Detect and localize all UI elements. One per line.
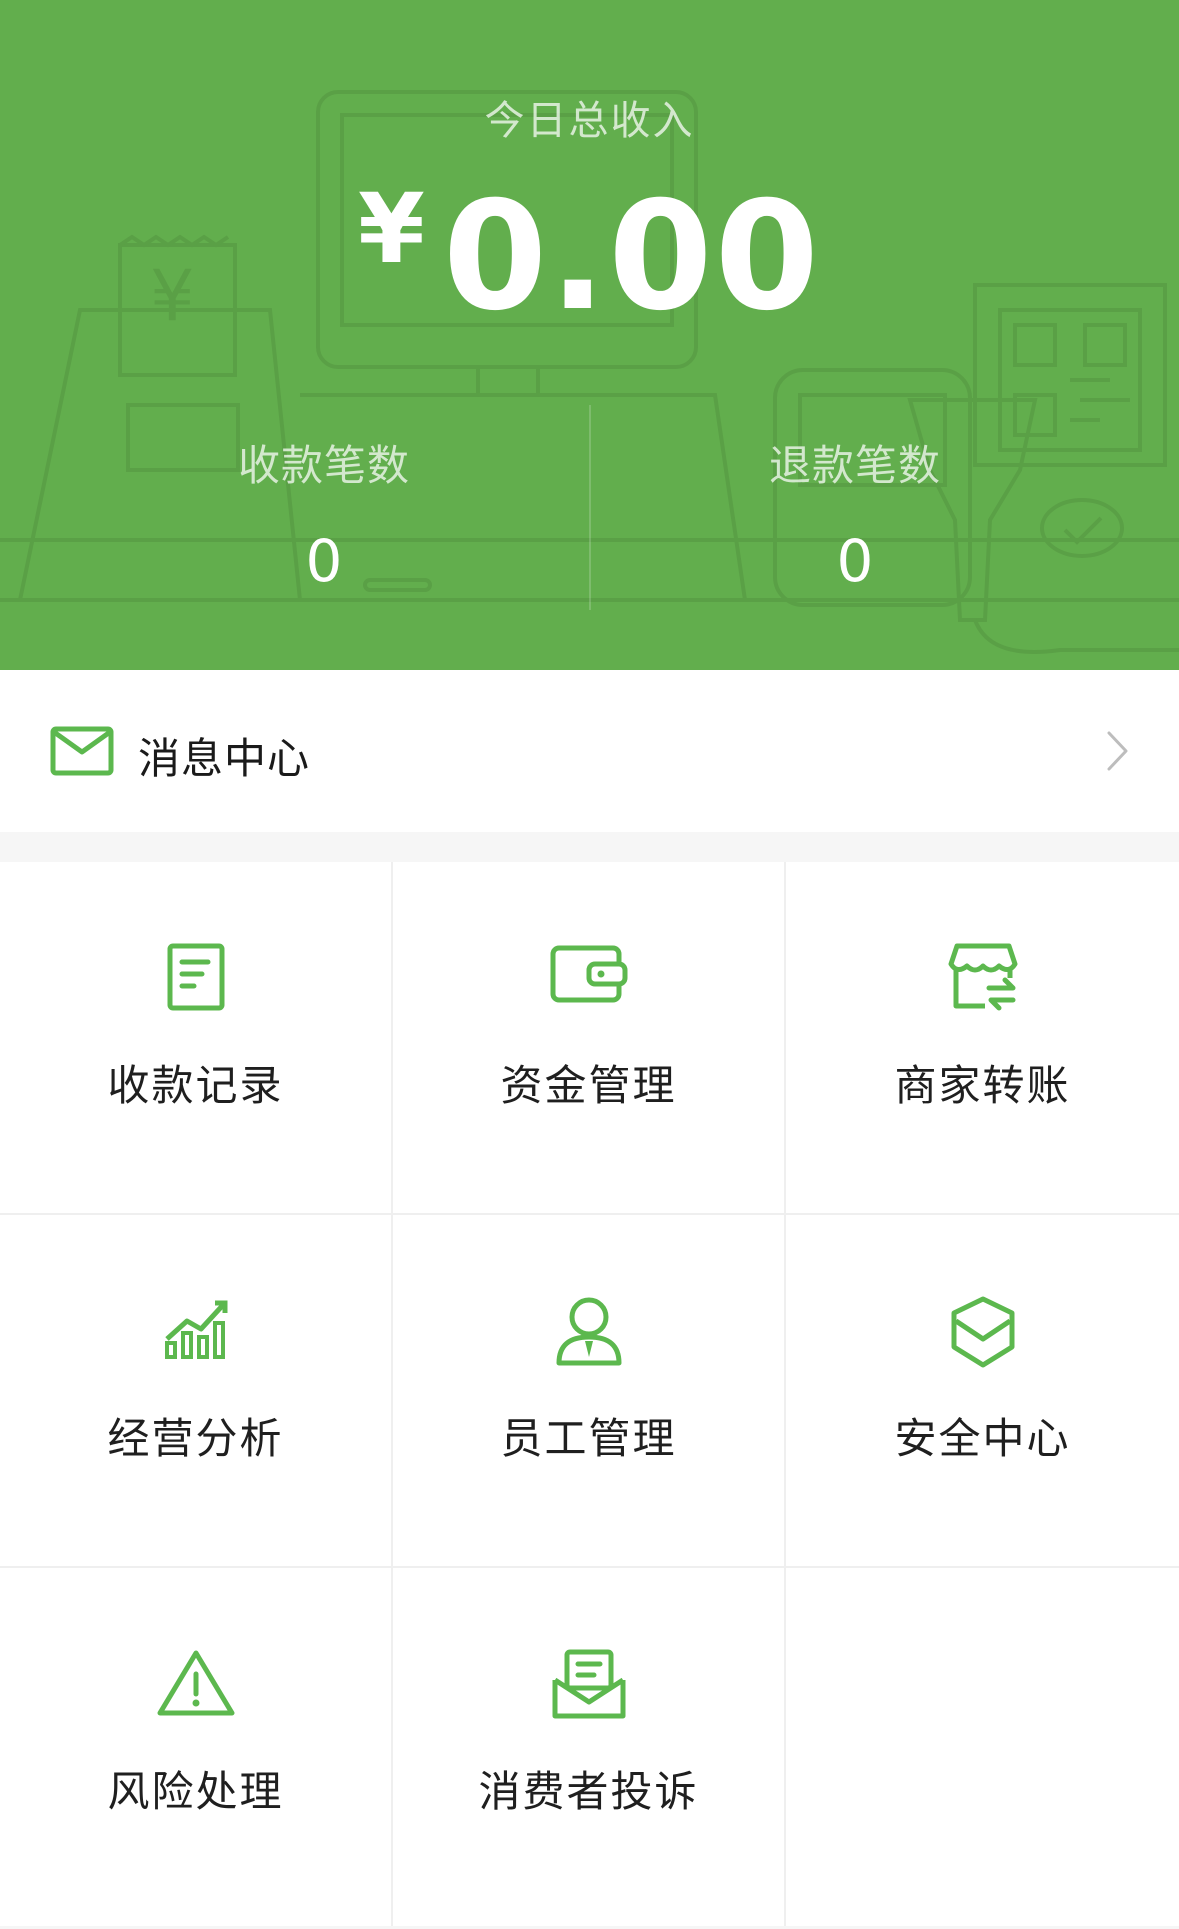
payment-count-label: 收款笔数: [237, 441, 410, 490]
menu-label: 消费者投诉: [478, 1767, 699, 1816]
menu-item-staff-management[interactable]: 员工管理: [393, 1215, 786, 1568]
menu-label: 资金管理: [500, 1061, 677, 1110]
menu-item-security-center[interactable]: 安全中心: [786, 1215, 1179, 1568]
menu-label: 风险处理: [107, 1767, 284, 1816]
menu-item-consumer-complaints[interactable]: 消费者投诉: [393, 1568, 786, 1926]
store-transfer-icon: [786, 942, 1179, 1016]
menu-item-fund-management[interactable]: 资金管理: [393, 862, 786, 1215]
envelope-icon: [50, 726, 114, 780]
payment-count-value: 0: [305, 527, 343, 595]
shield-check-icon: [786, 1295, 1179, 1373]
payment-count-stat: 收款笔数 0: [29, 432, 619, 595]
refund-count-label: 退款笔数: [768, 441, 941, 490]
empty-grid-cell: [786, 1568, 1179, 1926]
message-center-label: 消息中心: [138, 734, 311, 783]
message-center-row[interactable]: 消息中心: [0, 670, 1179, 832]
receipt-list-icon: [0, 942, 391, 1016]
bar-chart-icon: [0, 1295, 391, 1365]
currency-symbol: ¥: [358, 173, 425, 285]
chevron-right-icon: [1106, 730, 1130, 776]
menu-label: 员工管理: [500, 1414, 677, 1463]
wallet-icon: [393, 942, 784, 1010]
staff-icon: [393, 1295, 784, 1371]
menu-label: 经营分析: [107, 1414, 284, 1463]
refund-count-value: 0: [836, 527, 874, 595]
menu-label: 商家转账: [894, 1061, 1071, 1110]
today-income-amount: ¥0.00: [0, 170, 1179, 344]
menu-item-business-analysis[interactable]: 经营分析: [0, 1215, 393, 1568]
amount-value: 0.00: [442, 170, 821, 344]
menu-label: 安全中心: [894, 1414, 1071, 1463]
menu-item-payment-records[interactable]: 收款记录: [0, 862, 393, 1215]
feature-grid: 收款记录 资金管理 商家转账 经营分析 员工管理 安全中心 风险处理 消费者投诉: [0, 862, 1179, 1926]
menu-item-merchant-transfer[interactable]: 商家转账: [786, 862, 1179, 1215]
menu-item-risk-handling[interactable]: 风险处理: [0, 1568, 393, 1926]
warning-icon: [0, 1648, 391, 1722]
income-header: ¥ 今日总收入 ¥ 0.00 收款笔数 0 退款笔数 0: [0, 0, 1179, 670]
today-income-title: 今日总收入: [484, 98, 695, 144]
menu-label: 收款记录: [107, 1061, 284, 1110]
refund-count-stat: 退款笔数 0: [560, 432, 1150, 595]
complaint-mail-icon: [393, 1648, 784, 1726]
